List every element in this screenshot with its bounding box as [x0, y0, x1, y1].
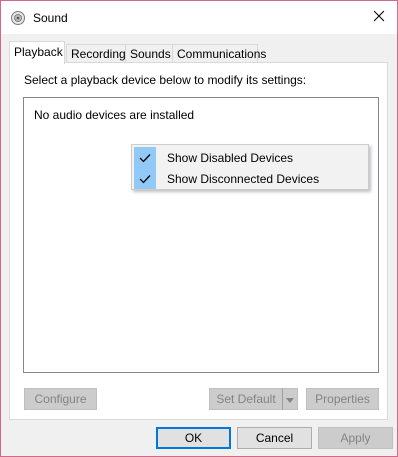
- context-menu: Show Disabled Devices Show Disconnected …: [131, 144, 369, 190]
- button-label: Apply: [340, 431, 371, 445]
- checkmark-icon: [134, 147, 156, 168]
- tab-label: Playback: [14, 45, 63, 59]
- tab-label: Sounds: [130, 47, 171, 61]
- tab-communications[interactable]: Communications: [172, 44, 266, 62]
- cancel-button[interactable]: Cancel: [237, 427, 312, 449]
- chevron-down-icon: [286, 392, 294, 406]
- menu-item-label: Show Disabled Devices: [167, 151, 294, 165]
- empty-list-message: No audio devices are installed: [34, 108, 195, 122]
- set-default-dropdown-button[interactable]: [282, 388, 298, 410]
- menu-item-show-disconnected-devices[interactable]: Show Disconnected Devices: [134, 168, 366, 189]
- window-title: Sound: [33, 11, 68, 25]
- close-button[interactable]: [367, 5, 391, 29]
- configure-button[interactable]: Configure: [24, 388, 97, 410]
- close-icon: [373, 10, 385, 25]
- tab-sounds[interactable]: Sounds: [125, 44, 173, 62]
- sound-dialog: Sound Playback Recording Sounds Communic…: [0, 0, 398, 457]
- menu-item-show-disabled-devices[interactable]: Show Disabled Devices: [134, 147, 366, 168]
- button-label: Cancel: [255, 431, 294, 445]
- button-label: Configure: [34, 392, 87, 406]
- tab-label: Communications: [177, 47, 267, 61]
- tab-playback[interactable]: Playback: [9, 41, 65, 64]
- instruction-text: Select a playback device below to modify…: [24, 73, 307, 87]
- speaker-icon: [10, 10, 26, 26]
- ok-button[interactable]: OK: [156, 427, 231, 449]
- tab-label: Recording: [71, 47, 126, 61]
- button-label: OK: [184, 431, 203, 445]
- menu-item-label: Show Disconnected Devices: [167, 172, 320, 186]
- button-label: Properties: [315, 392, 370, 406]
- playback-device-list[interactable]: No audio devices are installed: [23, 97, 379, 373]
- button-label: Set Default: [216, 392, 276, 406]
- checkmark-icon: [134, 168, 156, 189]
- tab-recording[interactable]: Recording: [66, 44, 128, 62]
- properties-button[interactable]: Properties: [306, 388, 379, 410]
- set-default-button[interactable]: Set Default: [209, 388, 283, 410]
- apply-button[interactable]: Apply: [318, 427, 393, 449]
- title-bar: Sound: [1, 1, 397, 34]
